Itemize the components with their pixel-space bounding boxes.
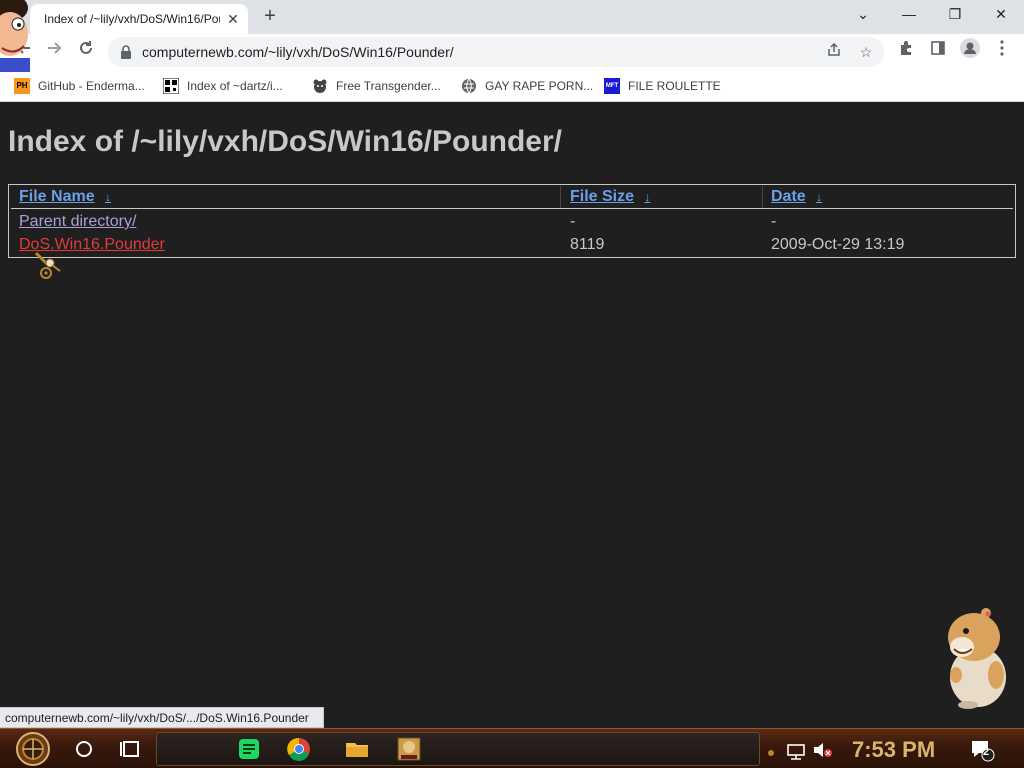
file-size-sort-link[interactable]: File Size [570,188,634,205]
cortana-icon [76,741,92,757]
volume-muted-icon[interactable] [810,733,836,765]
network-icon[interactable] [784,733,810,765]
bookmark-star-icon[interactable]: ☆ [856,42,876,62]
close-window-button[interactable]: ✕ [978,0,1024,30]
start-button[interactable] [14,731,52,767]
column-divider [560,186,561,208]
date-cell: 2009-Oct-29 13:19 [771,236,905,253]
taskbar-apps-strip [156,732,760,766]
tray-overflow-icon[interactable] [764,733,778,765]
column-header-file-name[interactable]: File Name ↓ [19,188,111,206]
bookmark-index-dartz[interactable]: Index of ~dartz/i... [162,77,283,95]
browser-toolbar: computernewb.com/~lily/vxh/DoS/Win16/Pou… [0,34,1024,70]
sort-arrow-icon: ↓ [105,190,112,204]
file-explorer-app[interactable] [341,733,373,765]
hamster-sticker [948,608,1006,709]
bookmark-free-transgender[interactable]: Free Transgender... [312,77,441,95]
sort-arrow-icon: ↓ [816,190,823,204]
tab-search-button[interactable]: ⌄ [840,0,886,30]
chrome-icon [287,737,310,761]
bear-icon [312,78,328,94]
bookmarks-bar: PH GitHub - Enderma... Index of ~dartz/i… [0,70,1024,102]
header-divider [11,208,1013,209]
spotify-app[interactable] [233,733,265,765]
mft-icon: MFT [604,78,620,94]
globe-icon [461,78,477,94]
file-listing-table: File Name ↓ File Size ↓ Date ↓ Parent di… [8,184,1016,258]
bookmark-gay-porn[interactable]: GAY RAPE PORN... [461,77,593,95]
bookmark-label: GitHub - Enderma... [38,79,145,93]
page-title: Index of /~lily/vxh/DoS/Win16/Pounder/ [8,125,563,158]
notification-count: 2 [983,746,990,758]
tab-title: Index of /~lily/vxh/DoS/Win16/Pounder/ [44,12,220,26]
game-app[interactable] [393,733,425,765]
taskbar-clock[interactable]: 7:53 PM [852,737,935,763]
game-icon [397,737,421,761]
parent-directory-link[interactable]: Parent directory/ [19,213,136,231]
date-cell: - [771,213,777,230]
active-tab[interactable]: Index of /~lily/vxh/DoS/Win16/Pounder/ ✕ [30,4,248,34]
bookmark-label: GAY RAPE PORN... [485,79,594,93]
forward-button[interactable] [40,38,68,66]
minimize-button[interactable]: — [886,0,932,30]
bookmark-label: Free Transgender... [336,79,441,93]
profile-avatar-icon[interactable] [956,38,984,66]
qr-icon [162,77,180,95]
action-center-button[interactable]: 2 [966,733,996,765]
date-sort-link[interactable]: Date [771,188,806,205]
reload-button[interactable] [72,38,100,66]
notification-icon [972,741,995,762]
taskbar: 7:53 PM 2 [0,728,1024,768]
page-content: Index of /~lily/vxh/DoS/Win16/Pounder/ F… [0,103,1024,709]
column-header-date[interactable]: Date ↓ [771,188,822,206]
link-status-bubble: computernewb.com/~lily/vxh/DoS/.../DoS.W… [0,707,324,728]
bookmark-github[interactable]: PH GitHub - Enderma... [14,77,145,95]
column-divider [762,186,763,208]
cartoon-avatar [0,0,36,72]
file-name-sort-link[interactable]: File Name [19,188,95,205]
task-view-button[interactable] [114,733,146,765]
share-icon[interactable] [824,42,844,62]
bookmark-file-roulette[interactable]: MFT FILE ROULETTE [604,77,721,95]
lock-icon [121,45,131,59]
url-text[interactable]: computernewb.com/~lily/vxh/DoS/Win16/Pou… [142,44,454,60]
extensions-icon[interactable] [892,38,920,66]
chrome-app[interactable] [283,733,315,765]
spotify-icon [239,739,259,759]
start-orb-icon [16,732,50,766]
cursor-icon [34,251,61,279]
side-panel-icon[interactable] [924,38,952,66]
tab-strip: Index of /~lily/vxh/DoS/Win16/Pounder/ ✕… [0,0,1024,34]
forward-arrow-icon [48,42,62,54]
sort-arrow-icon: ↓ [644,190,651,204]
restore-button[interactable]: ❐ [932,0,978,30]
ph-icon: PH [14,78,30,94]
menu-kebab-icon[interactable] [988,38,1016,66]
file-explorer-icon [346,743,368,757]
cortana-button[interactable] [68,733,100,765]
reload-icon [80,41,92,54]
file-size-cell: 8119 [570,236,605,253]
address-bar[interactable]: computernewb.com/~lily/vxh/DoS/Win16/Pou… [108,37,884,67]
tab-close-button[interactable]: ✕ [224,10,242,28]
file-size-cell: - [570,213,576,230]
bookmark-label: Index of ~dartz/i... [187,79,283,93]
task-view-icon [120,741,139,757]
new-tab-button[interactable]: + [258,5,282,29]
bookmark-label: FILE ROULETTE [628,79,721,93]
column-header-file-size[interactable]: File Size ↓ [570,188,650,206]
